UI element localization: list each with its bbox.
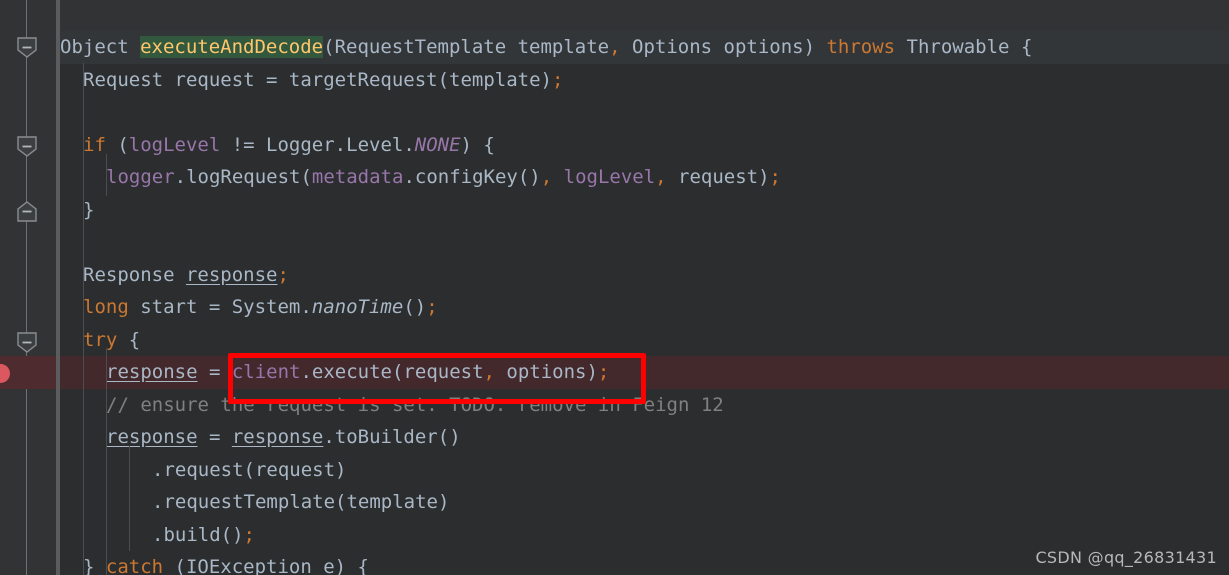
code-line[interactable]: long start = System.nanoTime(); [60,291,1229,324]
code-token-hl-ident: executeAndDecode [140,36,324,58]
code-token-txt: .requestTemplate(template) [152,491,450,513]
code-line[interactable]: // ensure the request is set. TODO: remo… [60,389,1229,422]
fold-expand-icon[interactable] [17,201,37,222]
code-token-txt: request) [666,166,770,188]
code-token-txt: (IOException e) { [163,556,369,575]
code-line[interactable]: .request(request) [60,454,1229,487]
code-token-txt: .logRequest( [174,166,312,188]
fold-collapse-icon[interactable] [17,332,37,353]
code-line[interactable]: Response response; [60,259,1229,292]
code-token-warnvar: response [106,361,198,383]
code-token-warnvar: response [106,426,198,448]
code-vision-strip [0,0,1229,31]
code-token-statm: nanoTime [311,296,404,318]
code-token-kw: catch [105,556,164,575]
code-token-stat: NONE [414,133,461,156]
indent-guide [106,154,107,196]
code-line[interactable]: try { [60,324,1229,357]
editor-gutter[interactable] [0,0,56,575]
code-token-kw: if [83,133,106,156]
code-token-fld: logLevel [128,133,221,156]
code-content[interactable]: Object executeAndDecode(RequestTemplate … [60,0,1229,575]
code-line[interactable]: Object executeAndDecode(RequestTemplate … [60,31,1229,64]
code-token-fld: logger [106,166,175,188]
code-token-txt: .toBuilder() [323,426,461,448]
code-token-txt: .execute(request [300,361,484,383]
indent-guide [83,63,84,575]
code-token-txt: ( [105,133,129,156]
code-token-semi: ; [277,263,289,286]
code-token-warnvar: response [231,426,324,448]
code-token-semi: , [655,166,667,188]
code-line[interactable]: response = client.execute(request, optio… [60,356,1229,389]
code-line[interactable] [60,226,1229,259]
fold-collapse-icon[interactable] [17,136,37,157]
code-token-semi: , [483,361,495,383]
code-token-txt: .request(request) [152,458,347,481]
code-token-txt: ( [323,36,335,58]
code-token-txt: Options options) [620,36,827,58]
code-editor[interactable]: 1 个用法 Object executeAndDecode(RequestTem… [0,0,1229,575]
code-token-semi: , [540,166,553,188]
code-token-txt: .build() [152,523,244,546]
watermark-label: CSDN @qq_26831431 [1035,548,1217,567]
code-token-txt: Object [60,36,141,58]
gutter-separator [56,0,60,575]
code-line[interactable]: Request request = targetRequest(template… [60,64,1229,97]
code-token-txt: () [403,296,427,318]
code-token-semi: ; [769,166,781,188]
code-token-fld: logLevel [563,166,656,188]
code-token-kw: long [83,296,129,318]
code-token-txt: start = System. [128,296,312,318]
code-token-semi: ; [243,523,255,546]
code-token-txt: ) { [460,133,495,156]
indent-guide [129,446,130,551]
code-token-warnvar: response [185,263,278,286]
code-line[interactable]: .build(); [60,519,1229,552]
code-token-txt: } [83,198,95,221]
code-token-txt: Request request = targetRequest(template… [83,68,552,91]
code-token-kw: throws [826,36,896,58]
code-line[interactable]: } [60,194,1229,227]
code-token-txt: RequestTemplate template [334,36,610,58]
code-line[interactable]: if (logLevel != Logger.Level.NONE) { [60,129,1229,162]
fold-rail [26,0,27,575]
code-token-txt: options) [494,361,598,383]
fold-collapse-icon[interactable] [17,37,37,58]
code-token-txt: != Logger.Level. [220,133,415,156]
code-token-txt: = [197,361,232,383]
code-line[interactable]: logger.logRequest(metadata.configKey(), … [60,161,1229,194]
code-token-txt: } [83,556,106,575]
code-line[interactable] [60,96,1229,129]
code-token-txt: Response [83,263,186,286]
code-token-txt: { [117,328,141,351]
code-token-fld: metadata [311,166,404,188]
indent-guide [106,348,107,575]
code-token-semi: ; [597,361,610,383]
code-token-txt: Throwable { [895,36,1033,58]
code-token-txt: .configKey() [403,166,541,188]
code-token-cmt: // ensure the request is set. TODO: remo… [106,393,724,416]
code-token-fld: client [231,361,301,383]
code-line[interactable]: response = response.toBuilder() [60,421,1229,454]
code-token-txt: = [197,426,232,448]
code-line[interactable]: .requestTemplate(template) [60,486,1229,519]
code-token-semi: ; [426,296,438,318]
code-token-semi: , [609,36,621,58]
code-token-semi: ; [552,68,564,91]
code-token-kw: try [83,328,118,351]
